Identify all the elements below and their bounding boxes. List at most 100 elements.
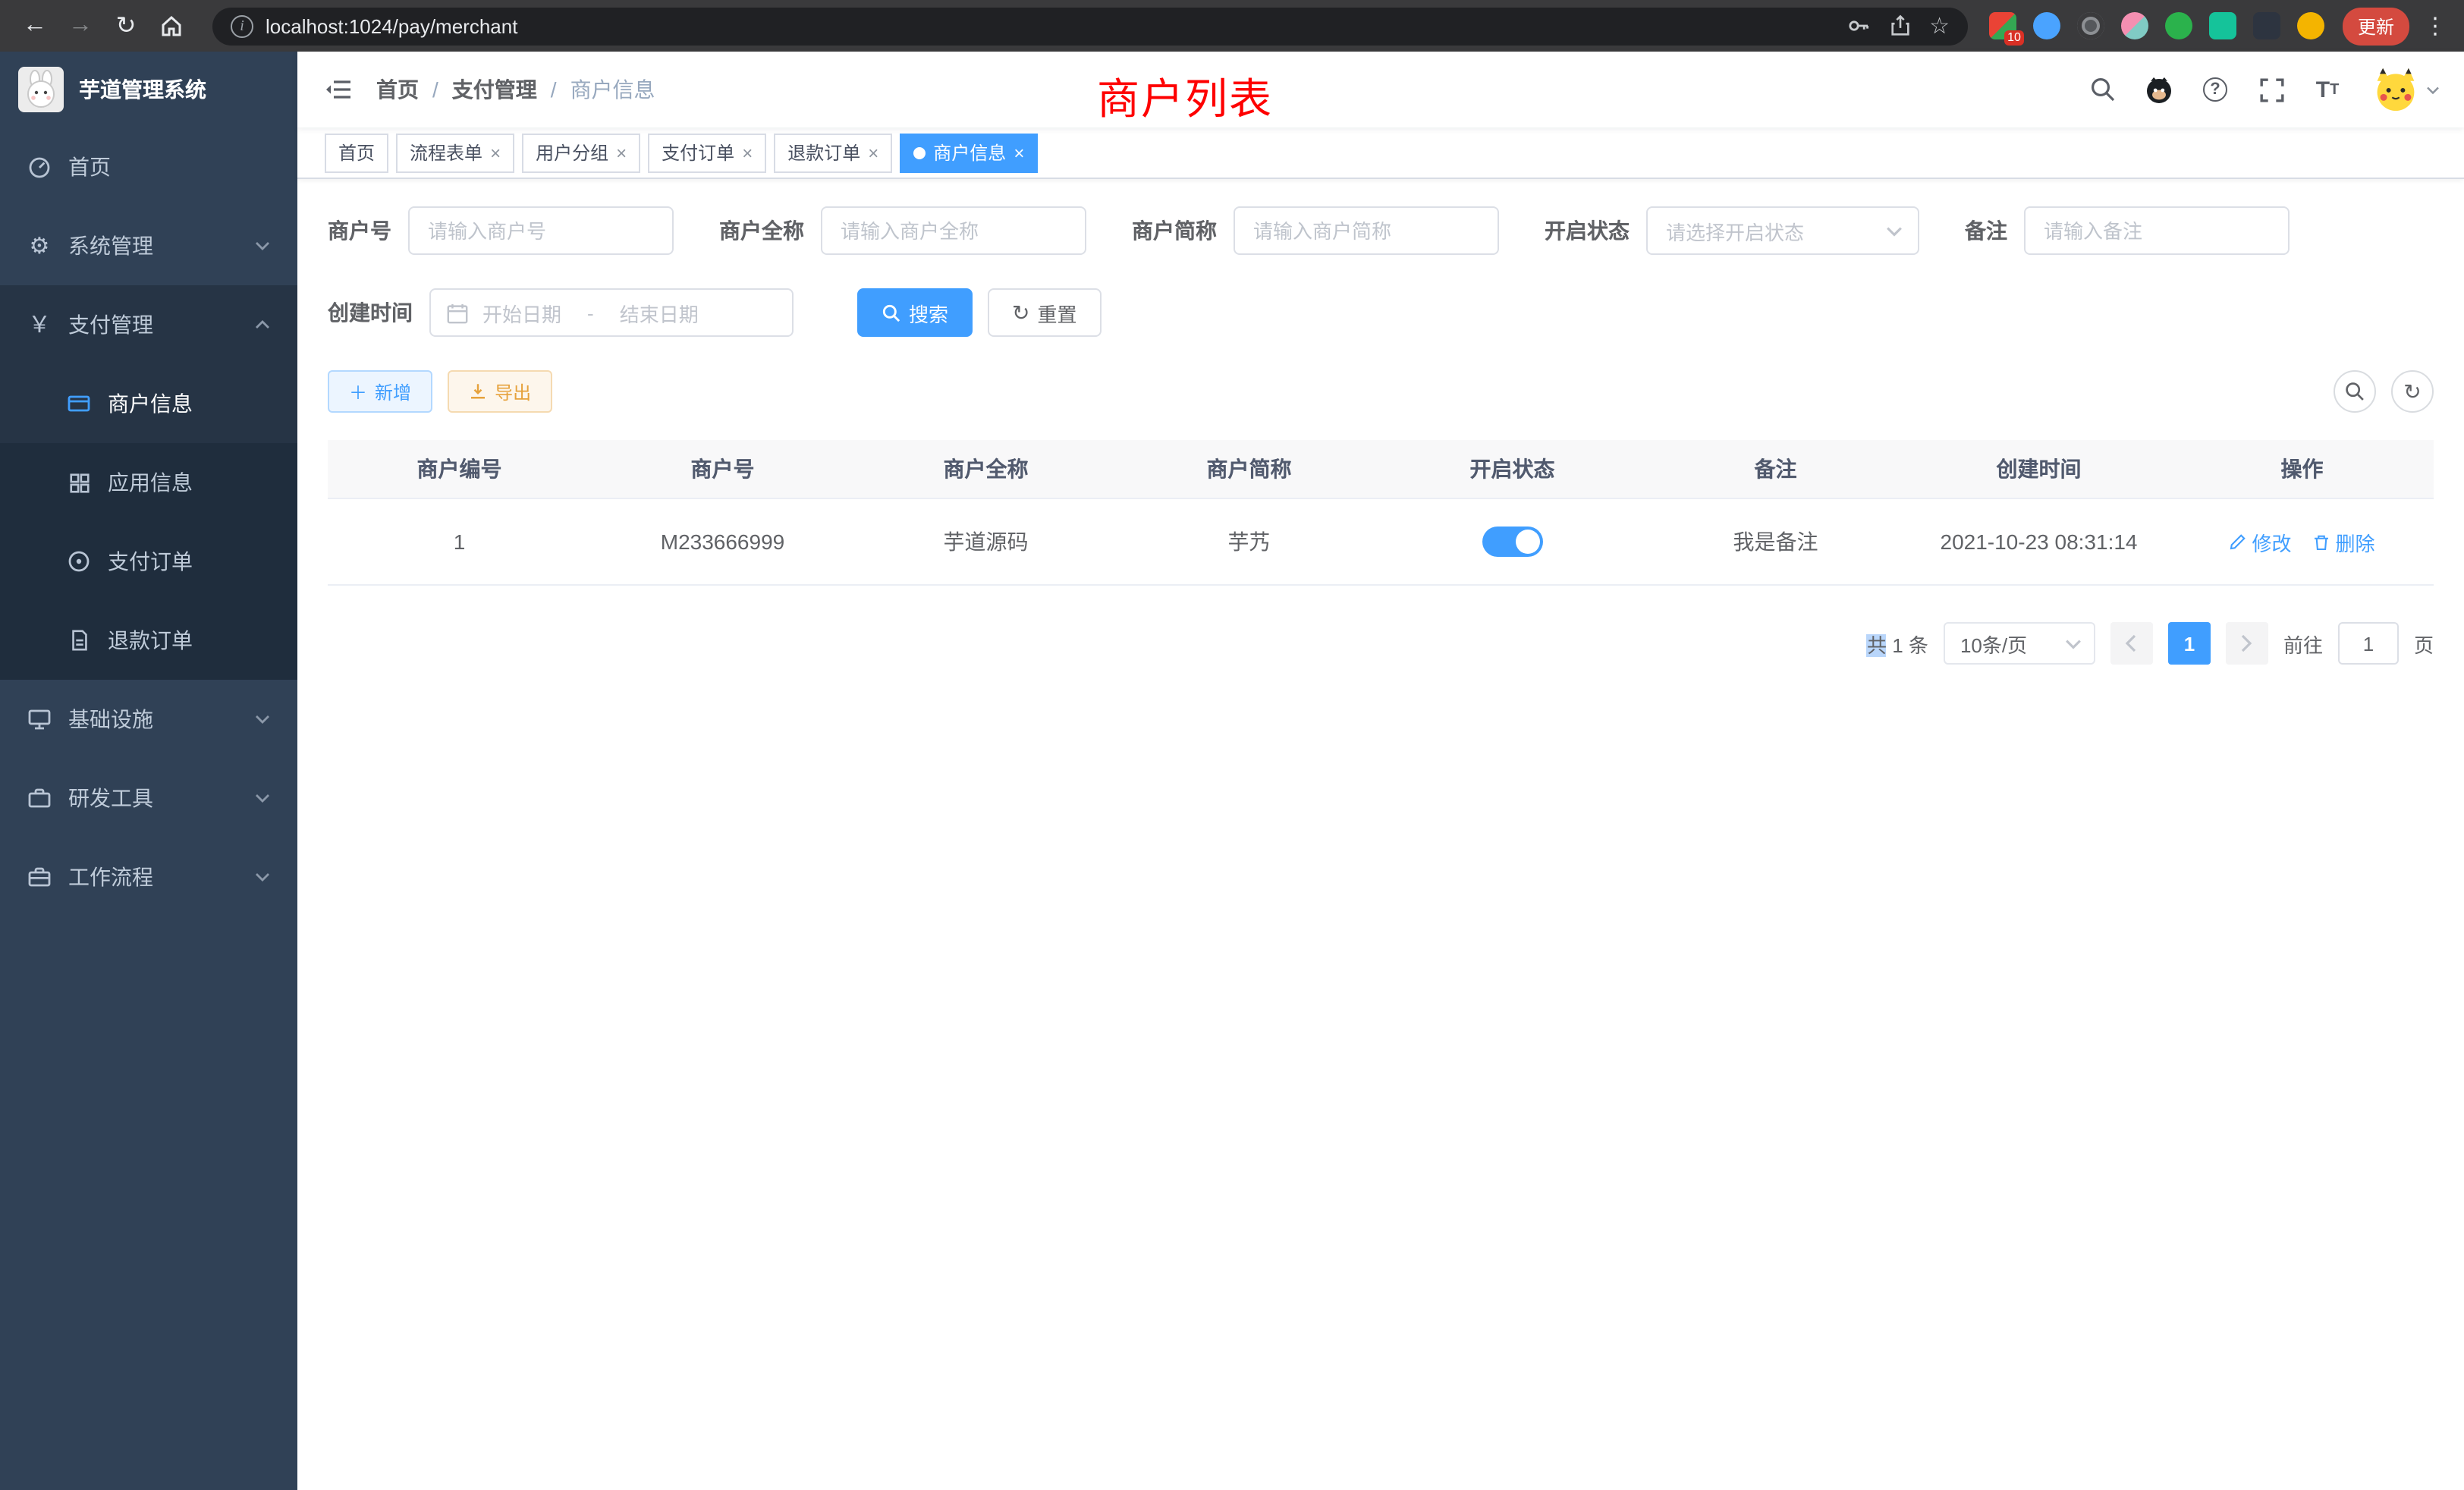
address-bar[interactable]: i localhost:1024/pay/merchant ☆ (212, 7, 1968, 45)
create-time-range-picker[interactable]: 开始日期 - 结束日期 (429, 288, 794, 337)
site-info-icon[interactable]: i (231, 14, 253, 37)
short-name-input[interactable] (1234, 206, 1499, 255)
sidebar-item-home[interactable]: 首页 (0, 127, 297, 206)
remark-input[interactable] (2024, 206, 2290, 255)
page-number-1[interactable]: 1 (2168, 622, 2211, 665)
browser-menu-icon[interactable]: ⋮ (2422, 12, 2449, 39)
cell-actions: 修改 删除 (2170, 499, 2434, 584)
tab-process-form[interactable]: 流程表单 × (396, 133, 514, 172)
close-icon[interactable]: × (616, 143, 627, 162)
close-icon[interactable]: × (1014, 143, 1024, 162)
browser-forward-icon[interactable]: → (61, 6, 100, 46)
tab-label: 用户分组 (536, 140, 608, 165)
edit-link[interactable]: 修改 (2229, 527, 2291, 556)
bookmark-star-icon[interactable]: ☆ (1929, 14, 1950, 37)
extension-icon-green-square[interactable] (2209, 12, 2236, 39)
sidebar-item-workflow[interactable]: 工作流程 (0, 838, 297, 916)
sidebar-item-payment[interactable]: ￥ 支付管理 (0, 285, 297, 364)
gear-icon: ⚙ (27, 234, 52, 257)
toggle-search-button[interactable] (2334, 370, 2376, 413)
close-icon[interactable]: × (868, 143, 878, 162)
user-avatar-menu[interactable] (2373, 67, 2440, 112)
tab-home[interactable]: 首页 (325, 133, 388, 172)
extension-icon-dark-circle[interactable] (2077, 12, 2104, 39)
sidebar-item-infrastructure[interactable]: 基础设施 (0, 680, 297, 759)
sidebar-item-label: 支付管理 (68, 310, 153, 340)
extension-icon-blue-drop[interactable] (2033, 12, 2060, 39)
full-name-input[interactable] (821, 206, 1086, 255)
reset-button[interactable]: ↻ 重置 (988, 288, 1102, 337)
tab-label: 支付订单 (662, 140, 734, 165)
browser-toolbar: ← → ↻ i localhost:1024/pay/merchant ☆ 10 (0, 0, 2464, 52)
page-size-select[interactable]: 10条/页 (1944, 622, 2095, 665)
merchant-table: 商户编号 商户号 商户全称 商户简称 开启状态 备注 创建时间 操作 1 M23… (328, 440, 2434, 586)
export-button[interactable]: 导出 (448, 370, 552, 413)
fullscreen-icon[interactable] (2255, 73, 2288, 106)
merchant-no-input[interactable] (408, 206, 674, 255)
plus-icon: ＋ (349, 379, 367, 404)
date-end-placeholder: 结束日期 (620, 298, 699, 327)
short-name-label: 商户简称 (1132, 215, 1217, 246)
status-select[interactable]: 请选择开启状态 (1646, 206, 1919, 255)
browser-back-icon[interactable]: ← (15, 6, 55, 46)
add-button[interactable]: ＋ 新增 (328, 370, 432, 413)
sidebar-item-refund-order[interactable]: 退款订单 (0, 601, 297, 680)
pagination: 共 1 条 10条/页 1 前往 页 (328, 622, 2434, 665)
sidebar-item-label: 支付订单 (108, 546, 193, 577)
github-icon[interactable] (2142, 73, 2176, 106)
extension-icon-dark-square[interactable] (2253, 12, 2280, 39)
sidebar-item-app-info[interactable]: 应用信息 (0, 443, 297, 522)
sidebar-item-label: 工作流程 (68, 862, 153, 892)
extension-icon-orange-avatar[interactable] (2297, 12, 2324, 39)
page-content: 商户号 商户全称 商户简称 开启状态 请选择开启状态 (297, 179, 2464, 1490)
tab-merchant-info[interactable]: 商户信息 × (900, 133, 1038, 172)
refresh-table-button[interactable]: ↻ (2391, 370, 2434, 413)
help-icon[interactable]: ? (2198, 73, 2232, 106)
col-header: 创建时间 (1907, 440, 2170, 498)
password-key-icon[interactable] (1846, 14, 1870, 38)
tab-refund-order[interactable]: 退款订单 × (774, 133, 892, 172)
close-icon[interactable]: × (490, 143, 501, 162)
sidebar-item-system[interactable]: ⚙ 系统管理 (0, 206, 297, 285)
yen-icon: ￥ (27, 313, 52, 336)
table-toolbar: ＋ 新增 导出 ↻ (328, 370, 2434, 413)
delete-link[interactable]: 删除 (2313, 527, 2375, 556)
sidebar-toggle-icon[interactable] (322, 73, 355, 106)
document-icon (67, 628, 91, 652)
sidebar-item-pay-order[interactable]: 支付订单 (0, 522, 297, 601)
toggle-knob (1516, 530, 1540, 554)
address-bar-actions: ☆ (1846, 14, 1950, 38)
sidebar-item-dev-tools[interactable]: 研发工具 (0, 759, 297, 838)
breadcrumb-separator: / (432, 77, 438, 102)
tab-user-group[interactable]: 用户分组 × (522, 133, 640, 172)
sidebar-logo[interactable]: 芋道管理系统 (0, 52, 297, 127)
breadcrumb-home[interactable]: 首页 (376, 74, 419, 105)
browser-home-icon[interactable] (152, 6, 191, 46)
cell-remark: 我是备注 (1644, 499, 1907, 584)
pagination-total: 共 1 条 (1867, 629, 1928, 658)
tab-label: 首页 (338, 140, 375, 165)
share-icon[interactable] (1888, 14, 1911, 38)
chevron-down-icon (2065, 638, 2082, 649)
status-toggle[interactable] (1482, 527, 1543, 557)
extension-icon-grid[interactable]: 10 (1989, 12, 2016, 39)
col-header: 商户全称 (854, 440, 1117, 498)
goto-page-input[interactable] (2338, 622, 2399, 665)
tab-pay-order[interactable]: 支付订单 × (648, 133, 766, 172)
cell-id: 1 (328, 499, 591, 584)
browser-reload-icon[interactable]: ↻ (106, 6, 146, 46)
browser-update-button[interactable]: 更新 (2343, 7, 2409, 45)
sidebar-item-merchant-info[interactable]: 商户信息 (0, 364, 297, 443)
url-text[interactable]: localhost:1024/pay/merchant (266, 14, 517, 37)
close-icon[interactable]: × (742, 143, 753, 162)
font-size-icon[interactable]: TT (2311, 73, 2344, 106)
prev-page-button[interactable] (2110, 622, 2153, 665)
extension-icon-green-circle[interactable] (2165, 12, 2192, 39)
next-page-button[interactable] (2226, 622, 2268, 665)
top-navbar: 首页 / 支付管理 / 商户信息 商户列表 ? (297, 52, 2464, 127)
extension-icon-avatar[interactable] (2121, 12, 2148, 39)
search-icon[interactable] (2086, 73, 2120, 106)
tags-view-bar: 首页 流程表单 × 用户分组 × 支付订单 × 退款订单 × (297, 127, 2464, 179)
breadcrumb-payment[interactable]: 支付管理 (452, 74, 537, 105)
search-button[interactable]: 搜索 (857, 288, 973, 337)
